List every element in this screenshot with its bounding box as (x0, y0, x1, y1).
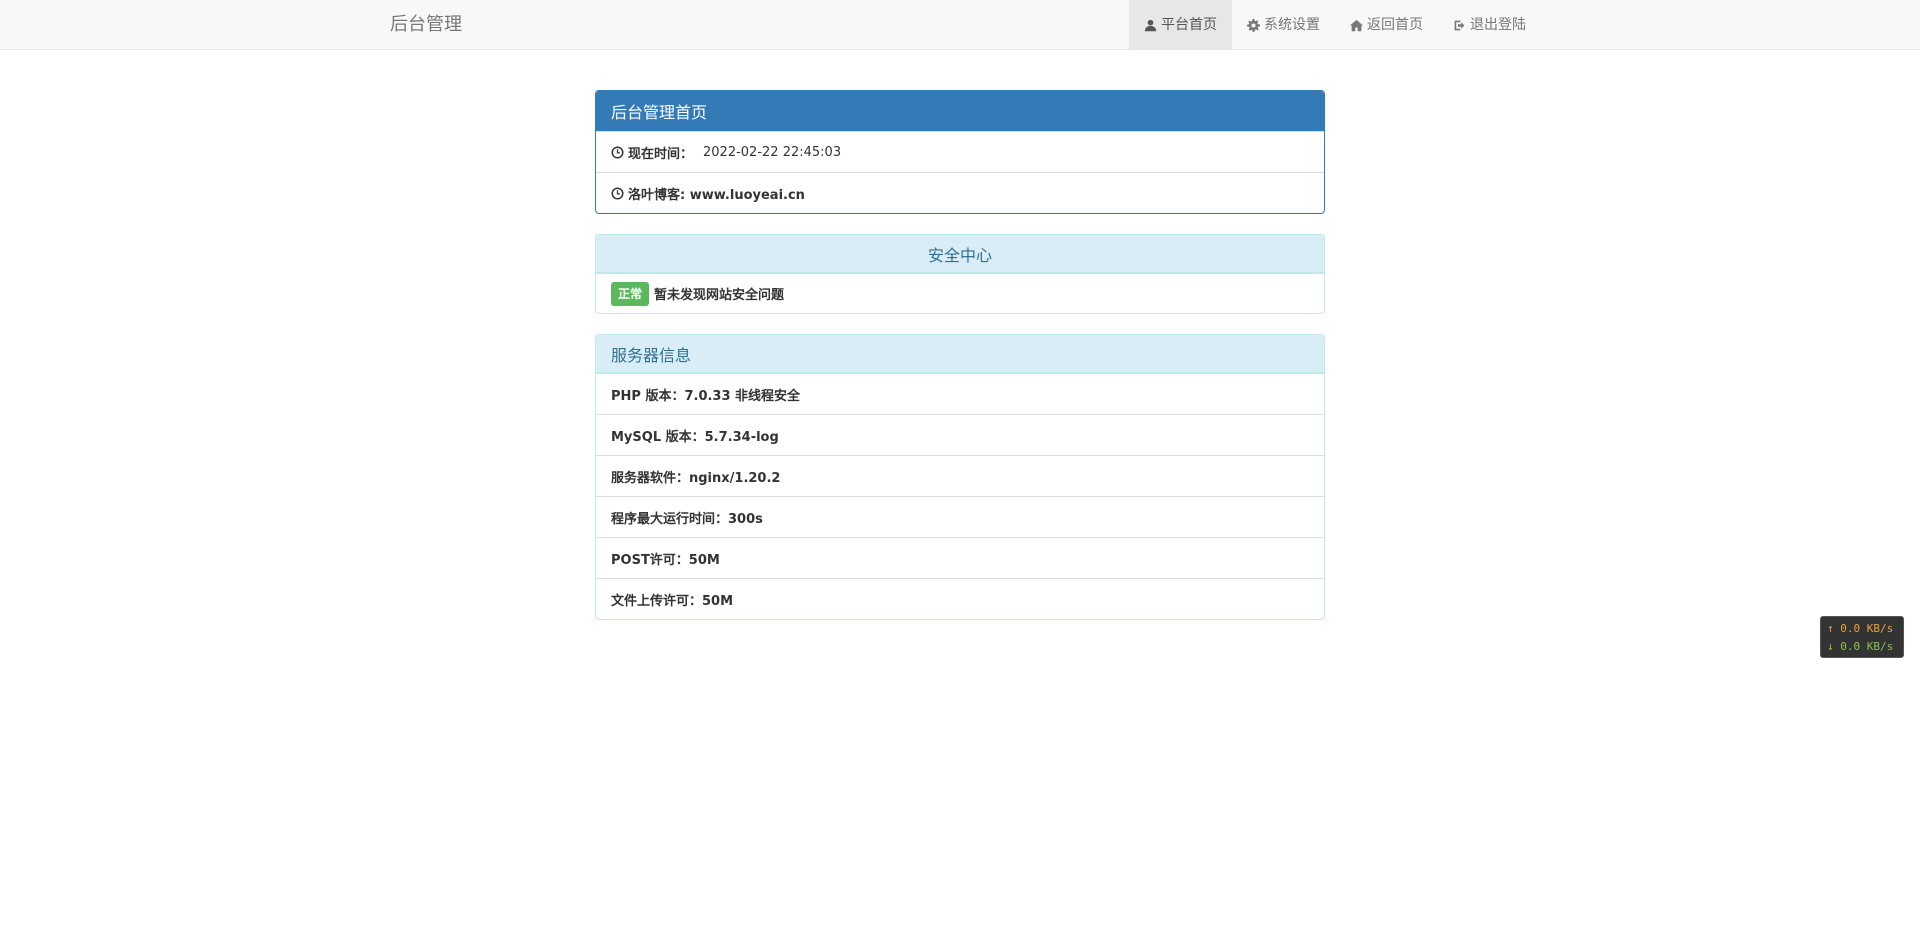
gear-icon (1247, 18, 1260, 32)
security-status-row: 正常 暂未发现网站安全问题 (596, 273, 1324, 313)
clock-icon (611, 186, 624, 200)
blog-text: 洛叶博客: www.luoyeai.cn (628, 187, 805, 203)
nav-item-system-settings[interactable]: 系统设置 (1232, 0, 1335, 50)
panel-title: 安全中心 (596, 235, 1324, 273)
clock-icon (611, 145, 624, 159)
status-text: 暂未发现网站安全问题 (654, 288, 785, 303)
nav-item-label: 返回首页 (1367, 17, 1423, 33)
download-speed: ↓ 0.0 KB/s (1827, 640, 1894, 653)
server-info-row: POST许可：50M (596, 537, 1324, 578)
nav-item-label: 退出登陆 (1470, 17, 1526, 33)
time-value: 2022-02-22 22:45:03 (703, 144, 842, 160)
server-info-panel: 服务器信息 PHP 版本：7.0.33 非线程安全 MySQL 版本：5.7.3… (595, 334, 1325, 620)
nav-item-return-home[interactable]: 返回首页 (1335, 0, 1438, 50)
main-content: 后台管理首页 现在时间： 2022-02-22 22:45:03 洛叶博客: w… (595, 90, 1325, 640)
time-label: 现在时间： (628, 146, 694, 162)
status-badge: 正常 (611, 281, 650, 306)
server-info-row: PHP 版本：7.0.33 非线程安全 (596, 373, 1324, 414)
nav-item-logout[interactable]: 退出登陆 (1438, 0, 1541, 50)
server-info-row: 服务器软件：nginx/1.20.2 (596, 455, 1324, 496)
upload-speed: ↑ 0.0 KB/s (1827, 622, 1894, 635)
brand-title[interactable]: 后台管理 (390, 0, 462, 50)
user-icon (1144, 19, 1157, 31)
server-info-row: MySQL 版本：5.7.34-log (596, 414, 1324, 455)
nav-item-platform-home[interactable]: 平台首页 (1129, 0, 1232, 50)
blog-row: 洛叶博客: www.luoyeai.cn (596, 172, 1324, 213)
server-info-row: 文件上传许可：50M (596, 578, 1324, 619)
logout-icon (1454, 20, 1465, 30)
nav-item-label: 系统设置 (1264, 17, 1320, 33)
top-navbar: 后台管理 平台首页 系统设置 返回首页 退出登陆 (0, 0, 1920, 50)
nav-menu: 平台首页 系统设置 返回首页 退出登陆 (1129, 0, 1541, 50)
nav-item-label: 平台首页 (1161, 17, 1217, 33)
home-panel: 后台管理首页 现在时间： 2022-02-22 22:45:03 洛叶博客: w… (595, 90, 1325, 214)
panel-title: 后台管理首页 (596, 91, 1324, 131)
network-speed-widget[interactable]: ↑ 0.0 KB/s ↓ 0.0 KB/s (1820, 616, 1904, 658)
security-panel: 安全中心 正常 暂未发现网站安全问题 (595, 234, 1325, 314)
current-time-row: 现在时间： 2022-02-22 22:45:03 (596, 131, 1324, 172)
home-icon (1350, 19, 1363, 31)
panel-title: 服务器信息 (596, 335, 1324, 373)
server-info-row: 程序最大运行时间：300s (596, 496, 1324, 537)
